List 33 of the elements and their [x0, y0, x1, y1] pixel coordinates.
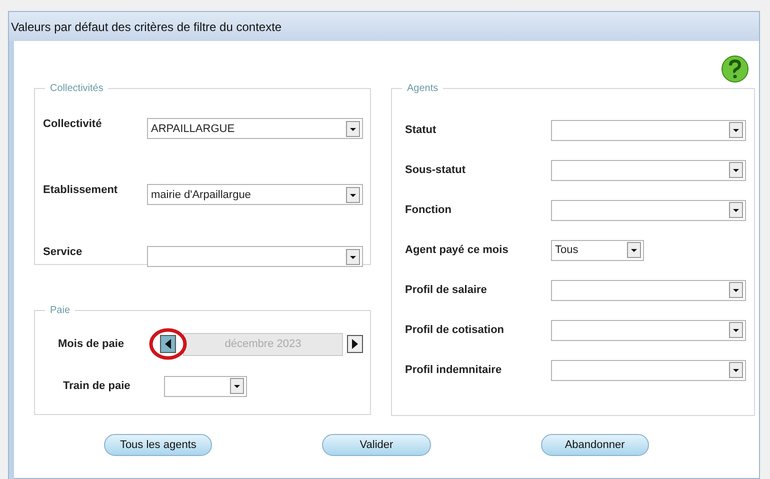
field-label: Profil indemnitaire: [404, 364, 503, 376]
field-label: Collectivité: [43, 118, 103, 130]
group-title: Collectivités: [49, 83, 104, 94]
field-label: Etablissement: [43, 184, 119, 196]
field-label: Fonction: [404, 204, 452, 216]
field-label: Sous-statut: [404, 164, 466, 176]
dropdown-field[interactable]: mairie d'Arpaillargue: [147, 184, 363, 205]
dropdown-field[interactable]: [551, 200, 746, 220]
group-title: Paie: [49, 305, 72, 316]
dialog-button[interactable]: Tous les agents: [104, 434, 212, 456]
dropdown-field[interactable]: [551, 160, 746, 180]
field-label: Profil de cotisation: [404, 324, 506, 336]
dropdown-field[interactable]: Tous: [551, 240, 644, 260]
field-label: Train de paie: [63, 380, 132, 392]
next-month-button[interactable]: [347, 335, 363, 353]
field-label: Mois de paie: [58, 338, 126, 350]
field-label: Service: [43, 246, 84, 258]
window-title: Valeurs par défaut des critères de filtre du contexte: [11, 20, 282, 34]
dropdown-field[interactable]: [551, 320, 746, 340]
group-title: Agents: [406, 83, 440, 94]
dropdown-field[interactable]: [551, 280, 746, 300]
help-icon[interactable]: [721, 55, 749, 83]
dropdown-field[interactable]: [551, 120, 746, 140]
field-label: Profil de salaire: [404, 284, 488, 296]
dropdown-field[interactable]: [164, 376, 247, 396]
previous-month-button[interactable]: [160, 334, 176, 352]
dropdown-field[interactable]: ARPAILLARGUE: [147, 118, 363, 139]
dropdown-field[interactable]: [147, 246, 363, 267]
dialog-button[interactable]: Valider: [322, 434, 431, 456]
field-label: Agent payé ce mois: [404, 244, 510, 256]
dialog-button[interactable]: Abandonner: [540, 434, 649, 456]
field-label: Statut: [404, 124, 438, 136]
dropdown-field[interactable]: [551, 360, 746, 380]
